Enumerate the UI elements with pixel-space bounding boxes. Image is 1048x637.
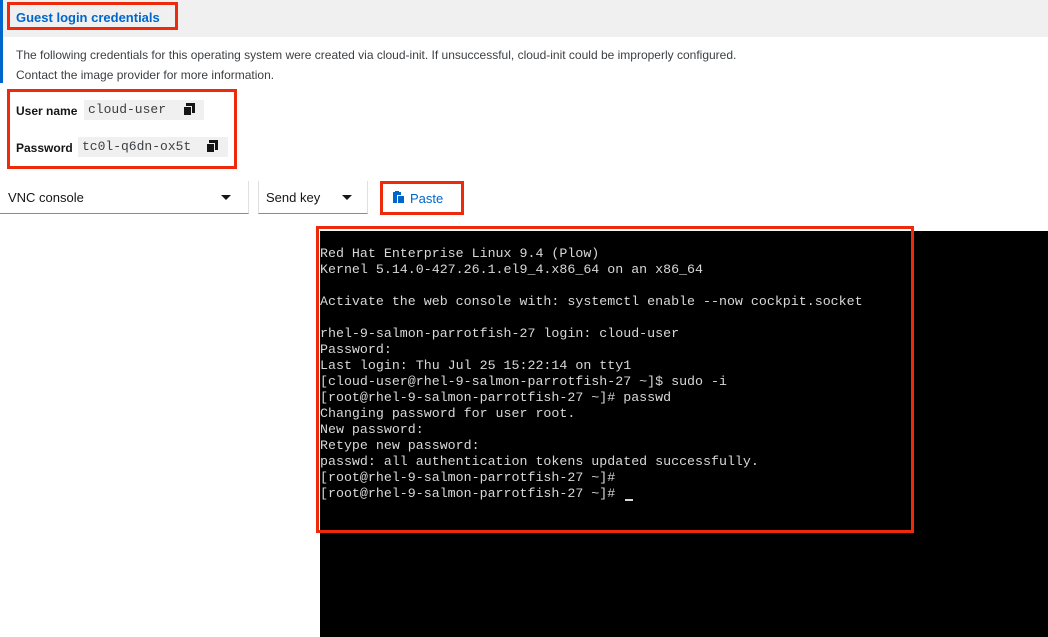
credentials-accent-bar xyxy=(0,0,3,83)
send-key-label: Send key xyxy=(266,190,321,205)
send-key-dropdown[interactable]: Send key xyxy=(258,181,368,214)
caret-down-icon xyxy=(342,195,352,200)
console-line: [root@rhel-9-salmon-parrotfish-27 ~]# pa… xyxy=(320,390,672,405)
console-type-select[interactable]: VNC console xyxy=(0,181,249,214)
copy-icon[interactable] xyxy=(206,140,218,153)
copy-icon[interactable] xyxy=(183,103,195,116)
vm-console-page: Guest login credentials The following cr… xyxy=(0,0,1048,637)
console-line: Red Hat Enterprise Linux 9.4 (Plow) xyxy=(320,246,600,261)
credentials-title[interactable]: Guest login credentials xyxy=(16,10,160,25)
console-line: [root@rhel-9-salmon-parrotfish-27 ~]# xyxy=(320,486,616,501)
paste-label[interactable]: Paste xyxy=(410,191,443,206)
paste-icon xyxy=(393,191,405,204)
credentials-description-contact: Contact the image provider for more info… xyxy=(16,68,275,82)
console-line: Activate the web console with: systemctl… xyxy=(320,294,863,309)
credentials-description: The following credentials for this opera… xyxy=(16,48,737,62)
console-line: passwd: all authentication tokens update… xyxy=(320,454,759,469)
password-label: Password xyxy=(16,141,73,155)
console-line: New password: xyxy=(320,422,424,437)
console-line: Password: xyxy=(320,342,392,357)
console-cursor xyxy=(625,499,633,501)
console-type-value: VNC console xyxy=(8,190,84,205)
console-line: [cloud-user@rhel-9-salmon-parrotfish-27 … xyxy=(320,374,727,389)
console-line: Last login: Thu Jul 25 15:22:14 on tty1 xyxy=(320,358,632,373)
console-line: Kernel 5.14.0-427.26.1.el9_4.x86_64 on a… xyxy=(320,262,704,277)
console-line: [root@rhel-9-salmon-parrotfish-27 ~]# xyxy=(320,470,616,485)
console-line: Changing password for user root. xyxy=(320,406,576,421)
console-line: rhel-9-salmon-parrotfish-27 login: cloud… xyxy=(320,326,680,341)
username-label: User name xyxy=(16,104,78,118)
console-line: Retype new password: xyxy=(320,438,480,453)
caret-down-icon xyxy=(221,195,231,200)
